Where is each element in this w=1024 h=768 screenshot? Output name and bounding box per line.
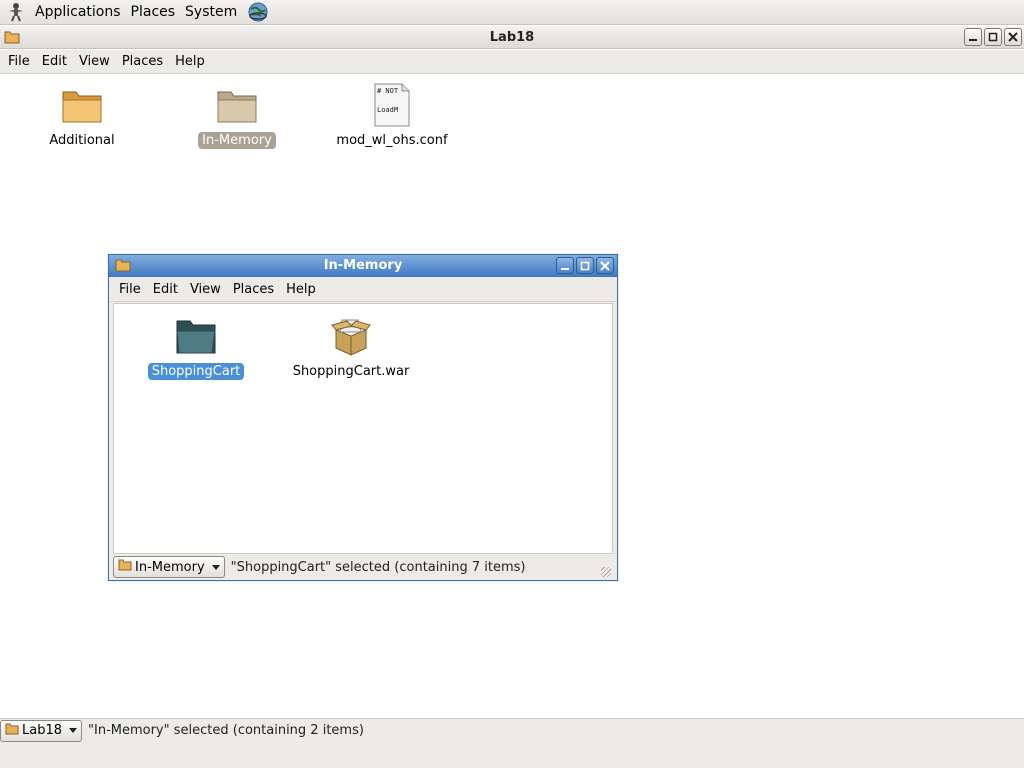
menu-edit[interactable]: Edit	[147, 279, 184, 301]
folder-icon	[213, 81, 261, 129]
text-file-icon: # NOT LoadM	[368, 81, 416, 129]
archive-package-icon	[327, 312, 375, 360]
folder-icon	[5, 723, 19, 739]
preview-line: # NOT	[377, 87, 399, 95]
file-label: mod_wl_ohs.conf	[336, 133, 448, 148]
menu-places[interactable]: Places	[227, 279, 280, 301]
menu-view[interactable]: View	[73, 51, 116, 73]
minimize-button[interactable]	[964, 28, 982, 46]
menu-edit[interactable]: Edit	[36, 51, 73, 73]
close-button[interactable]	[1004, 28, 1022, 46]
status-text: "ShoppingCart" selected (containing 7 it…	[230, 559, 526, 575]
bottom-panel	[0, 742, 1024, 768]
folder-icon	[58, 81, 106, 129]
file-item-shoppingcart-war[interactable]: ShoppingCart.war	[291, 312, 411, 380]
preview-line: LoadM	[377, 106, 398, 114]
system-menu[interactable]: System	[183, 0, 245, 25]
resize-grip[interactable]	[601, 567, 611, 577]
file-label: In-Memory	[198, 132, 276, 149]
location-label: In-Memory	[135, 559, 205, 575]
file-item-mod-wl-ohs-conf[interactable]: # NOT LoadM mod_wl_ohs.conf	[332, 81, 452, 149]
folder-icon	[118, 559, 132, 575]
menu-file[interactable]: File	[113, 279, 147, 301]
top-panel: Applications Places System	[0, 0, 1024, 25]
menu-help[interactable]: Help	[169, 51, 211, 73]
file-item-shoppingcart[interactable]: ShoppingCart	[136, 312, 256, 380]
menu-file[interactable]: File	[2, 51, 36, 73]
menu-places[interactable]: Places	[116, 51, 169, 73]
window-title: In-Memory	[323, 258, 403, 273]
applications-menu[interactable]: Applications	[33, 0, 129, 25]
location-dropdown[interactable]: Lab18	[0, 719, 83, 742]
maximize-button[interactable]	[984, 28, 1002, 46]
location-label: Lab18	[22, 723, 63, 738]
window-title: Lab18	[489, 30, 535, 45]
status-text: "In-Memory" selected (containing 2 items…	[88, 723, 364, 738]
chevron-down-icon	[211, 564, 220, 570]
minimize-button[interactable]	[556, 257, 574, 274]
menu-help[interactable]: Help	[280, 279, 322, 301]
in-memory-window-titlebar[interactable]: In-Memory	[109, 255, 617, 277]
gnome-foot-icon[interactable]	[5, 1, 27, 23]
file-label: ShoppingCart.war	[292, 364, 410, 379]
in-memory-statusbar: In-Memory "ShoppingCart" selected (conta…	[113, 555, 613, 579]
network-globe-icon[interactable]	[247, 1, 269, 23]
places-menu[interactable]: Places	[129, 0, 184, 25]
file-label: ShoppingCart	[147, 363, 245, 380]
main-menubar: File Edit View Places Help	[0, 50, 1024, 74]
in-memory-window: In-Memory File Edit View Places Help Sho…	[108, 254, 618, 581]
file-label: Additional	[49, 133, 115, 148]
in-memory-file-view[interactable]: ShoppingCart ShoppingCart.war	[113, 303, 613, 554]
file-item-in-memory[interactable]: In-Memory	[177, 81, 297, 149]
chevron-down-icon	[69, 728, 78, 733]
close-button[interactable]	[596, 257, 614, 274]
main-statusbar: Lab18 "In-Memory" selected (containing 2…	[0, 718, 1024, 742]
in-memory-menubar: File Edit View Places Help	[109, 278, 617, 302]
menu-view[interactable]: View	[184, 279, 227, 301]
maximize-button[interactable]	[576, 257, 594, 274]
location-dropdown[interactable]: In-Memory	[113, 556, 225, 578]
folder-open-icon	[172, 312, 220, 360]
file-item-additional[interactable]: Additional	[22, 81, 142, 149]
main-window-titlebar[interactable]: Lab18	[0, 26, 1024, 49]
